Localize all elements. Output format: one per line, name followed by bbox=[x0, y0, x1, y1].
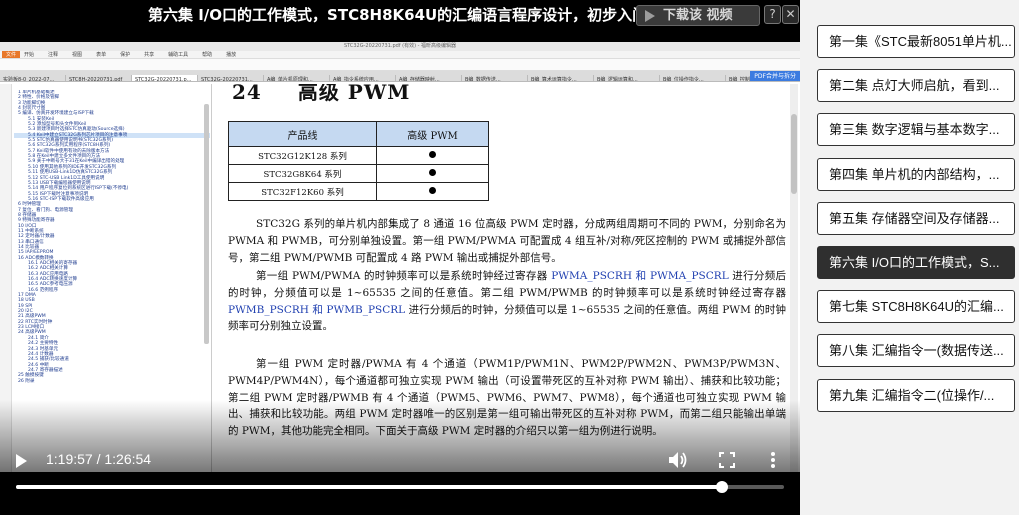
menu-item: 文件 bbox=[2, 51, 21, 58]
bookmark-tree: 1 单片机基础概述 2 特性、价格及管脚 3 功能脚切换 4 封装尺寸图 5 编译、仿真… bbox=[14, 90, 210, 384]
supported-dot-icon bbox=[429, 186, 436, 194]
menu-item: 表单 bbox=[96, 52, 107, 58]
table-header-product: 产品线 bbox=[228, 121, 377, 147]
pdf-tab: A编_单片机原理和... bbox=[264, 75, 330, 81]
progress-bar[interactable] bbox=[16, 481, 784, 493]
bookmark-item: 26 附录 bbox=[18, 378, 35, 384]
pdf-merge-button: PDF合并与拆分 bbox=[750, 71, 800, 81]
episode-item-7[interactable]: 第七集 STC8H8K64U的汇编... bbox=[817, 290, 1015, 324]
menu-item: 辅助工具 bbox=[168, 52, 189, 58]
video-player[interactable]: 第六集 I/O口的工作模式，STC8H8K64U的汇编语言程序设计，初步入门 下… bbox=[0, 0, 800, 515]
pdf-tab: B编_算术运算指令... bbox=[528, 75, 594, 81]
menu-item: 共享 bbox=[144, 52, 155, 58]
pdf-icon-toolbar bbox=[0, 59, 800, 71]
sidebar-scrollbar bbox=[204, 104, 209, 344]
product-name-cell: STC32F12K60 系列 bbox=[228, 182, 377, 201]
episode-item-1[interactable]: 第一集《STC最新8051单片机... bbox=[817, 25, 1015, 58]
volume-button[interactable] bbox=[668, 451, 688, 469]
close-button[interactable]: ✕ bbox=[782, 5, 799, 24]
time-display: 1:19:57 / 1:26:54 bbox=[46, 451, 152, 467]
episode-item-6[interactable]: 第六集 I/O口的工作模式，S... bbox=[817, 246, 1015, 279]
menu-item: 注释 bbox=[48, 52, 59, 58]
pwm-support-cell bbox=[376, 146, 489, 165]
episode-item-9[interactable]: 第九集 汇编指令二(位操作/... bbox=[817, 378, 1015, 412]
fullscreen-icon bbox=[719, 452, 735, 468]
table-row: STC32G8K64 系列 bbox=[228, 164, 489, 183]
pwm-support-cell bbox=[376, 164, 489, 183]
play-button[interactable] bbox=[16, 454, 27, 468]
pdf-tab: B编_数据传送... bbox=[462, 75, 528, 81]
section-heading: 24 高级 PWM bbox=[232, 84, 410, 105]
supported-dot-icon bbox=[429, 150, 436, 158]
more-options-button[interactable] bbox=[767, 451, 779, 469]
section-title: 高级 PWM bbox=[297, 84, 411, 104]
episode-item-4[interactable]: 第四集 单片机的内部结构，... bbox=[817, 157, 1015, 191]
fullscreen-button[interactable] bbox=[719, 452, 735, 468]
product-table: 产品线 高级 PWM STC32G12K128 系列 STC32G8K64 系列 S… bbox=[228, 121, 489, 201]
pdf-tab: STC32G-20220731... bbox=[198, 75, 264, 81]
paragraph-2: 第一组 PWM/PWMA 的时钟频率可以是系统时钟经过寄存器 PWMA_PSCR… bbox=[228, 268, 786, 335]
menu-item: 帮助 bbox=[202, 52, 213, 58]
pwm-support-cell bbox=[376, 182, 489, 201]
tab-list: 实验板8-0_2022-07... STC8H-20220731.pdf STC32… bbox=[0, 71, 792, 81]
download-video-button[interactable]: 下载该 视频 bbox=[636, 5, 760, 26]
pdf-window-title: STC32G-20220731.pdf (有效) - 福昕高级编辑器 bbox=[0, 42, 800, 51]
para2-text-a: 第一组 PWM/PWMA 的时钟频率可以是系统时钟经过寄存器 bbox=[256, 270, 552, 282]
table-row: STC32F12K60 系列 bbox=[228, 182, 489, 201]
episode-item-8[interactable]: 第八集 汇编指令一(数据传送... bbox=[817, 334, 1015, 368]
table-header-pwm: 高级 PWM bbox=[376, 121, 489, 147]
paragraph-1: STC32G 系列的单片机内部集成了 8 通道 16 位高级 PWM 定时器，分… bbox=[228, 218, 786, 264]
volume-icon bbox=[669, 452, 687, 468]
register-link-pwma: PWMA_PSCRH 和 PWMA_PSCRL bbox=[551, 270, 729, 282]
product-name-cell: STC32G12K128 系列 bbox=[228, 146, 377, 165]
episode-item-5[interactable]: 第五集 存储器空间及存储器... bbox=[817, 201, 1015, 235]
pdf-tab: B编_逻辑运算和... bbox=[594, 75, 660, 81]
page-scrollbar-thumb bbox=[791, 114, 797, 194]
pdf-tab-bar: 实验板8-0_2022-07... STC8H-20220731.pdf STC32… bbox=[0, 71, 800, 82]
pdf-tab: STC8H-20220731.pdf bbox=[66, 75, 132, 81]
episode-item-2[interactable]: 第二集 点灯大师启航，看到... bbox=[817, 69, 1015, 103]
help-button[interactable]: ? bbox=[764, 5, 781, 24]
pdf-tab: STC32G-20220731.p... bbox=[132, 75, 198, 81]
pdf-tab: A编_存储器映射... bbox=[396, 75, 462, 81]
episode-item-3[interactable]: 第三集 数字逻辑与基本数字... bbox=[817, 113, 1015, 147]
download-label: 下载该 视频 bbox=[663, 8, 733, 23]
more-vertical-icon bbox=[771, 452, 775, 468]
play-icon bbox=[645, 10, 655, 22]
pdf-menu-bar: 文件 开始 注释 视图 表单 保护 共享 辅助工具 帮助 播放 bbox=[0, 51, 800, 59]
menu-item: 播放 bbox=[226, 52, 237, 58]
menu-item: 视图 bbox=[72, 52, 83, 58]
pdf-tab: B编_位操作指令... bbox=[660, 75, 726, 81]
table-row: STC32G12K128 系列 bbox=[228, 146, 489, 165]
section-number: 24 bbox=[232, 84, 262, 104]
menu-item: 开始 bbox=[24, 52, 35, 58]
pdf-tab: 实验板8-0_2022-07... bbox=[0, 75, 66, 81]
supported-dot-icon bbox=[429, 168, 436, 176]
product-name-cell: STC32G8K64 系列 bbox=[228, 164, 377, 183]
pdf-tab: A编_指令系统应用... bbox=[330, 75, 396, 81]
episode-list: 第一集《STC最新8051单片机... 第二集 点灯大师启航，看到... 第三集 数… bbox=[800, 0, 1019, 515]
register-link-pwmb: PWMB_PSCRH 和 PWMB_PSCRL bbox=[228, 303, 406, 316]
app-root: 第六集 I/O口的工作模式，STC8H8K64U的汇编语言程序设计，初步入门 下… bbox=[0, 0, 1019, 515]
menu-item: 保护 bbox=[120, 52, 131, 58]
progress-fill bbox=[16, 485, 723, 489]
